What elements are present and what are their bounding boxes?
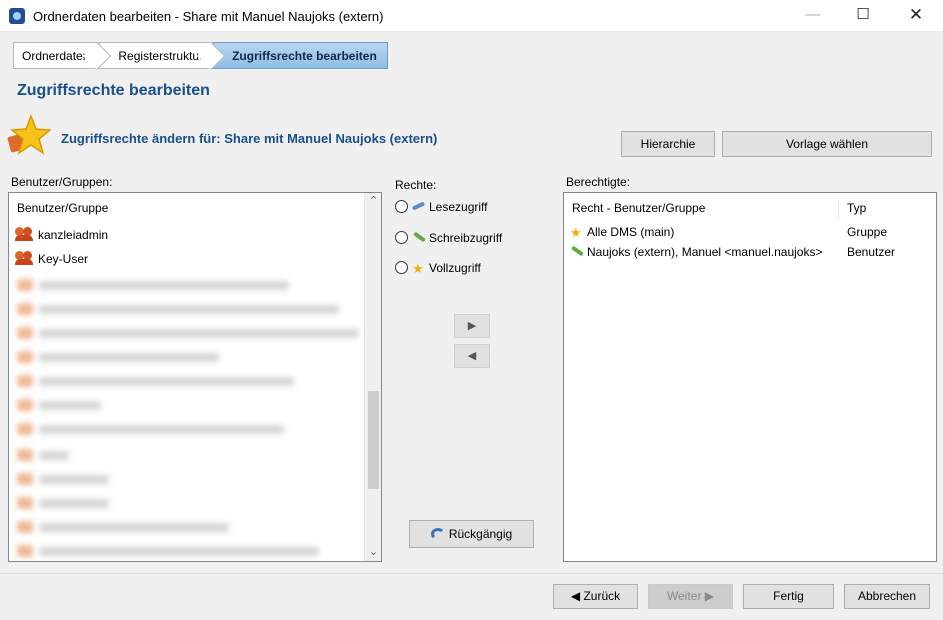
footer-divider xyxy=(0,573,943,574)
redacted-list-item[interactable] xyxy=(17,449,77,461)
radio-button[interactable] xyxy=(395,231,408,244)
list-item-label: Key-User xyxy=(38,252,89,266)
star-icon: ★ xyxy=(412,261,424,276)
step-registerstruktur[interactable]: Registerstruktur xyxy=(99,41,226,71)
column-header-type[interactable]: Typ xyxy=(847,201,866,215)
redacted-list-item[interactable] xyxy=(17,473,117,485)
star-icon xyxy=(7,113,51,155)
table-row[interactable]: ★ Alle DMS (main) xyxy=(570,222,674,242)
redacted-list-item[interactable] xyxy=(17,327,359,339)
redacted-list-item[interactable] xyxy=(17,303,339,315)
column-header-user-group[interactable]: Benutzer/Gruppe xyxy=(17,201,108,215)
radio-label: Vollzugriff xyxy=(429,261,481,275)
back-button[interactable]: ◀ Zurück xyxy=(553,584,638,609)
radio-label: Lesezugriff xyxy=(429,200,488,214)
hierarchy-button[interactable]: Hierarchie xyxy=(621,131,715,157)
users-groups-list[interactable]: Benutzer/Gruppe kanzleiadmin Key-User ⌃ … xyxy=(8,192,382,562)
step-label: Registerstruktur xyxy=(118,49,204,63)
table-row[interactable]: Naujoks (extern), Manuel <manuel.naujoks… xyxy=(570,242,822,262)
wizard-steps: Ordnerdaten Registerstruktur Zugriffsrec… xyxy=(13,41,388,71)
app-icon xyxy=(9,8,25,24)
window-title: Ordnerdaten bearbeiten - Share mit Manue… xyxy=(33,9,384,24)
rights-label: Rechte: xyxy=(395,178,437,192)
redacted-list-item[interactable] xyxy=(17,351,227,363)
pencil-icon xyxy=(412,231,426,243)
maximize-button[interactable]: ☐ xyxy=(840,0,886,32)
list-item[interactable]: Key-User xyxy=(15,249,88,269)
title-bar: Ordnerdaten bearbeiten - Share mit Manue… xyxy=(0,0,943,32)
scroll-up-button[interactable]: ⌃ xyxy=(365,193,381,210)
read-icon xyxy=(412,200,426,212)
star-icon: ★ xyxy=(570,225,582,240)
step-ordnerdaten[interactable]: Ordnerdaten xyxy=(13,41,112,71)
vertical-scrollbar[interactable]: ⌃ ⌄ xyxy=(364,193,381,561)
permitted-label: Berechtigte: xyxy=(566,175,631,189)
minimize-button[interactable]: — xyxy=(790,0,836,32)
add-permission-button[interactable]: ▶ xyxy=(454,314,490,338)
subtitle: Zugriffsrechte ändern für: Share mit Man… xyxy=(61,131,438,146)
remove-permission-button[interactable]: ◀ xyxy=(454,344,490,368)
list-item[interactable]: kanzleiadmin xyxy=(15,225,108,245)
choose-template-button[interactable]: Vorlage wählen xyxy=(722,131,932,157)
group-icon xyxy=(15,251,35,265)
page-title: Zugriffsrechte bearbeiten xyxy=(17,82,210,99)
radio-full-access[interactable]: ★ Vollzugriff xyxy=(395,259,481,277)
radio-read-access[interactable]: Lesezugriff xyxy=(395,198,487,216)
permitted-name: Naujoks (extern), Manuel <manuel.naujoks… xyxy=(587,245,823,259)
undo-icon xyxy=(430,528,445,540)
column-header-right-user-group[interactable]: Recht - Benutzer/Gruppe xyxy=(572,201,705,215)
next-button[interactable]: Weiter ▶ xyxy=(648,584,733,609)
step-zugriffsrechte[interactable]: Zugriffsrechte bearbeiten xyxy=(213,42,388,69)
redacted-list-item[interactable] xyxy=(17,399,107,411)
radio-write-access[interactable]: Schreibzugriff xyxy=(395,229,502,247)
pencil-icon xyxy=(570,245,584,257)
redacted-list-item[interactable] xyxy=(17,375,297,387)
step-label: Ordnerdaten xyxy=(22,49,90,63)
redacted-list-item[interactable] xyxy=(17,279,297,291)
redacted-list-item[interactable] xyxy=(17,497,117,509)
cancel-button[interactable]: Abbrechen xyxy=(844,584,930,609)
group-icon xyxy=(15,227,35,241)
permitted-name: Alle DMS (main) xyxy=(587,225,675,239)
undo-label: Rückgängig xyxy=(448,527,513,541)
permitted-type: Benutzer xyxy=(847,245,896,259)
scroll-down-button[interactable]: ⌄ xyxy=(365,544,381,561)
redacted-list-item[interactable] xyxy=(17,423,287,435)
redacted-list-item[interactable] xyxy=(17,521,237,533)
redacted-list-item[interactable] xyxy=(17,545,319,557)
radio-button[interactable] xyxy=(395,200,408,213)
permitted-type: Gruppe xyxy=(847,225,888,239)
step-label: Zugriffsrechte bearbeiten xyxy=(232,49,377,63)
finish-button[interactable]: Fertig xyxy=(743,584,834,609)
radio-label: Schreibzugriff xyxy=(429,231,503,245)
undo-button[interactable]: Rückgängig xyxy=(409,520,534,548)
scroll-thumb[interactable] xyxy=(368,391,379,489)
users-groups-label: Benutzer/Gruppen: xyxy=(11,175,113,189)
permitted-list[interactable]: Recht - Benutzer/Gruppe Typ ★ Alle DMS (m… xyxy=(563,192,937,562)
close-button[interactable]: ✕ xyxy=(893,0,939,32)
radio-button[interactable] xyxy=(395,261,408,274)
list-item-label: kanzleiadmin xyxy=(38,228,109,242)
